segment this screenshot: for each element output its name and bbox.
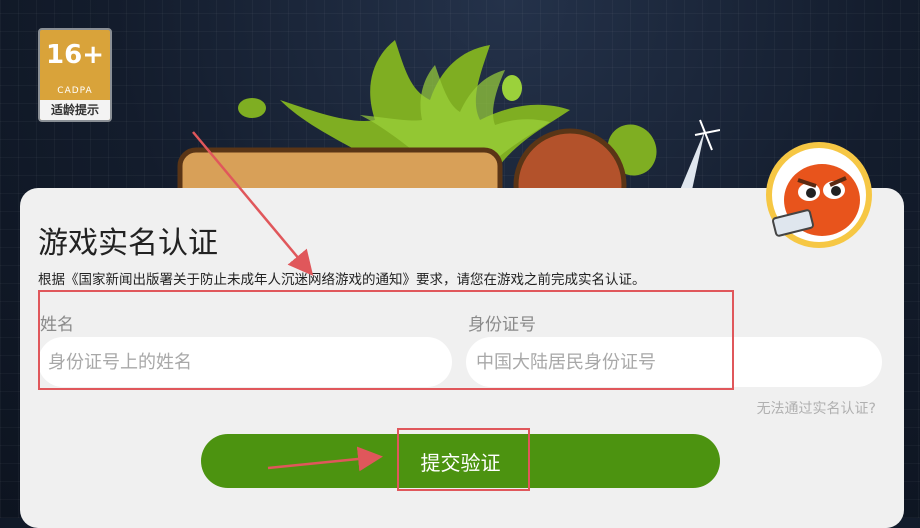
age-rating-tip: 适龄提示 [40, 100, 110, 120]
age-rating-badge: 16+ CADPA 适龄提示 [38, 28, 112, 122]
verification-help-link[interactable]: 无法通过实名认证? [757, 398, 876, 418]
mascot-avatar-icon [766, 142, 872, 248]
game-logo-banner [177, 40, 720, 200]
submit-verification-button[interactable]: 提交验证 [201, 434, 720, 488]
age-rating-org: CADPA [57, 86, 93, 96]
age-rating-value: 16+ [46, 40, 104, 70]
name-input[interactable] [38, 337, 452, 387]
name-label: 姓名 [40, 315, 74, 335]
id-number-input[interactable] [466, 337, 882, 387]
realname-notice: 根据《国家新闻出版署关于防止未成年人沉迷网络游戏的通知》要求，请您在游戏之前完成… [38, 272, 646, 288]
dialog-title: 游戏实名认证 [38, 226, 218, 261]
id-number-label: 身份证号 [468, 315, 536, 335]
